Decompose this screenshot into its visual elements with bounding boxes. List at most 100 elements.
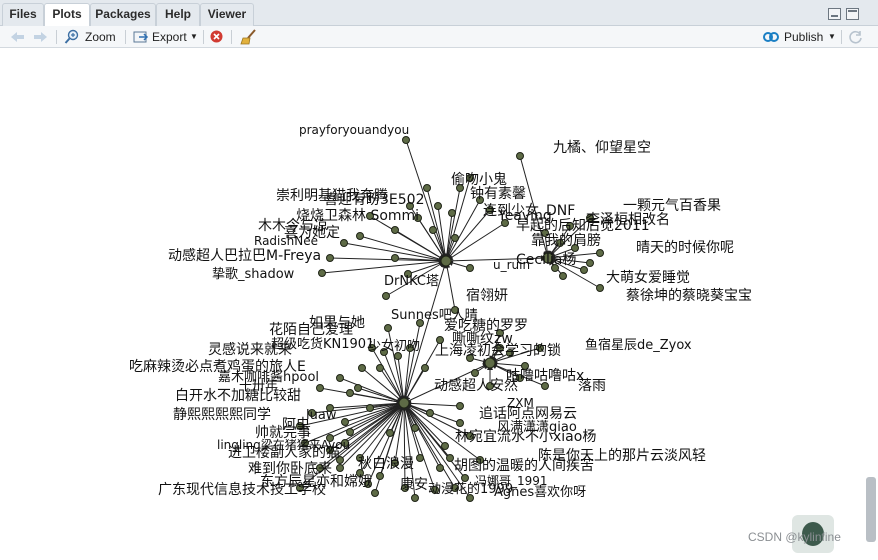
node-label: 上海凌初会学习的锁 (435, 342, 561, 359)
graph-edge (445, 187, 461, 262)
node-label: RadishNee (254, 234, 318, 248)
zoom-icon (64, 29, 79, 44)
network-graph: prayforyouandyou九橘、仰望星空偷吻小鬼钟有素馨崇利明基猫我奔腾喜… (129, 123, 752, 502)
graph-hub-node (398, 397, 410, 409)
graph-node (426, 409, 434, 417)
graph-node (559, 272, 567, 280)
node-label: 大萌女爱睡觉 (606, 269, 690, 286)
node-label: 钟有素馨 (470, 185, 526, 202)
graph-node (421, 364, 429, 372)
graph-node (384, 324, 392, 332)
tab-files[interactable]: Files (2, 3, 44, 26)
graph-node (434, 202, 442, 210)
refresh-icon[interactable] (848, 30, 863, 45)
graph-node (366, 404, 374, 412)
node-label: DrNKC塔 (384, 274, 439, 289)
graph-node (326, 254, 334, 262)
node-label: 晴天的时候你呢 (636, 240, 734, 256)
graph-node (441, 442, 449, 450)
node-label: u_ruin (493, 258, 530, 272)
node-label: 进卫楼副人家的猫 (228, 444, 340, 461)
remove-plot-icon[interactable] (210, 30, 223, 43)
zoom-button[interactable]: Zoom (64, 28, 120, 46)
back-arrow-icon[interactable] (10, 31, 25, 43)
pane-tab-bar: Files Plots Packages Help Viewer (0, 0, 878, 27)
graph-node (336, 464, 344, 472)
node-label: 蔡徐坤的蔡晓葵宝宝 (626, 288, 752, 304)
graph-node (451, 234, 459, 242)
tab-viewer[interactable]: Viewer (200, 3, 254, 26)
node-label: 花陌自己爱理 (269, 322, 353, 338)
node-label: 广东现代信息技术技工学校 (158, 481, 326, 498)
node-label: 少女初吻 (368, 338, 420, 354)
forward-arrow-icon[interactable] (33, 31, 48, 43)
graph-node (580, 266, 588, 274)
node-label: luaw (306, 408, 337, 423)
node-label: 喜迎有盼3E502 (324, 192, 424, 208)
graph-node (336, 374, 344, 382)
graph-node (516, 152, 524, 160)
publish-button[interactable]: Publish ▼ (762, 28, 842, 46)
minimize-icon (831, 15, 838, 17)
graph-node (471, 369, 479, 377)
node-label: 挚歌_shadow (212, 267, 295, 282)
tab-packages[interactable]: Packages (90, 3, 156, 26)
graph-node (346, 389, 354, 397)
node-label: 鱼宿星辰de_Zyox (585, 337, 692, 353)
node-label: prayforyouandyou (299, 123, 409, 137)
graph-edge (445, 260, 456, 311)
dropdown-arrow-icon: ▼ (190, 32, 198, 41)
node-label: 林宛宜流水不小xiao杨 (455, 429, 596, 445)
graph-edge (403, 322, 421, 404)
node-label: 胡图的温暖的人间疾苦 (454, 458, 594, 474)
graph-node (596, 284, 604, 292)
publish-icon (763, 32, 779, 42)
graph-node (466, 264, 474, 272)
plot-viewer: prayforyouandyou 九橘、仰望星空 偷吻小鬼 钟有素馨 崇利明基猫我奔腾喜… (0, 48, 878, 555)
export-label: Export (152, 30, 187, 44)
graph-node (429, 226, 437, 234)
graph-node (456, 402, 464, 410)
maximize-icon (848, 10, 857, 12)
graph-node (386, 429, 394, 437)
graph-node (391, 254, 399, 262)
minimize-pane-button[interactable] (828, 8, 841, 20)
graph-node (376, 472, 384, 480)
export-button[interactable]: Export ▼ (133, 28, 199, 46)
graph-node (318, 269, 326, 277)
graph-node (358, 364, 366, 372)
graph-node (596, 249, 604, 257)
node-label: 动感超人巴拉巴M-Freya (168, 247, 321, 264)
graph-node (446, 454, 454, 462)
node-label: 康安 (400, 476, 428, 493)
tab-help[interactable]: Help (156, 3, 200, 26)
graph-edge (403, 402, 406, 489)
node-label: Agnes喜欢你呀 (494, 485, 586, 500)
graph-node (402, 136, 410, 144)
graph-node (436, 464, 444, 472)
node-label: 靠我的肩膀 (531, 232, 601, 249)
graph-node (416, 454, 424, 462)
graph-node (316, 384, 324, 392)
graph-node (340, 239, 348, 247)
graph-node (456, 419, 464, 427)
graph-node (376, 364, 384, 372)
graph-node (346, 428, 354, 436)
graph-edge (426, 187, 447, 262)
zoom-label: Zoom (85, 30, 116, 44)
plots-toolbar: Zoom Export ▼ Publish ▼ (0, 26, 878, 48)
graph-node (354, 384, 362, 392)
clear-all-broom-icon[interactable] (240, 29, 257, 45)
tab-plots[interactable]: Plots (44, 3, 90, 27)
scrollbar-handle[interactable] (866, 477, 876, 542)
graph-node (341, 418, 349, 426)
node-label: 白开水不加糖比较甜 (175, 388, 301, 404)
maximize-pane-button[interactable] (846, 8, 859, 20)
node-label: 阿虫 (282, 417, 310, 433)
graph-node (411, 494, 419, 502)
graph-node (391, 226, 399, 234)
graph-hub-node (440, 255, 452, 267)
export-icon (133, 31, 149, 43)
node-label: 宿翎妍 (466, 287, 508, 304)
node-label: 静熙熙熙熙同学 (173, 407, 271, 423)
